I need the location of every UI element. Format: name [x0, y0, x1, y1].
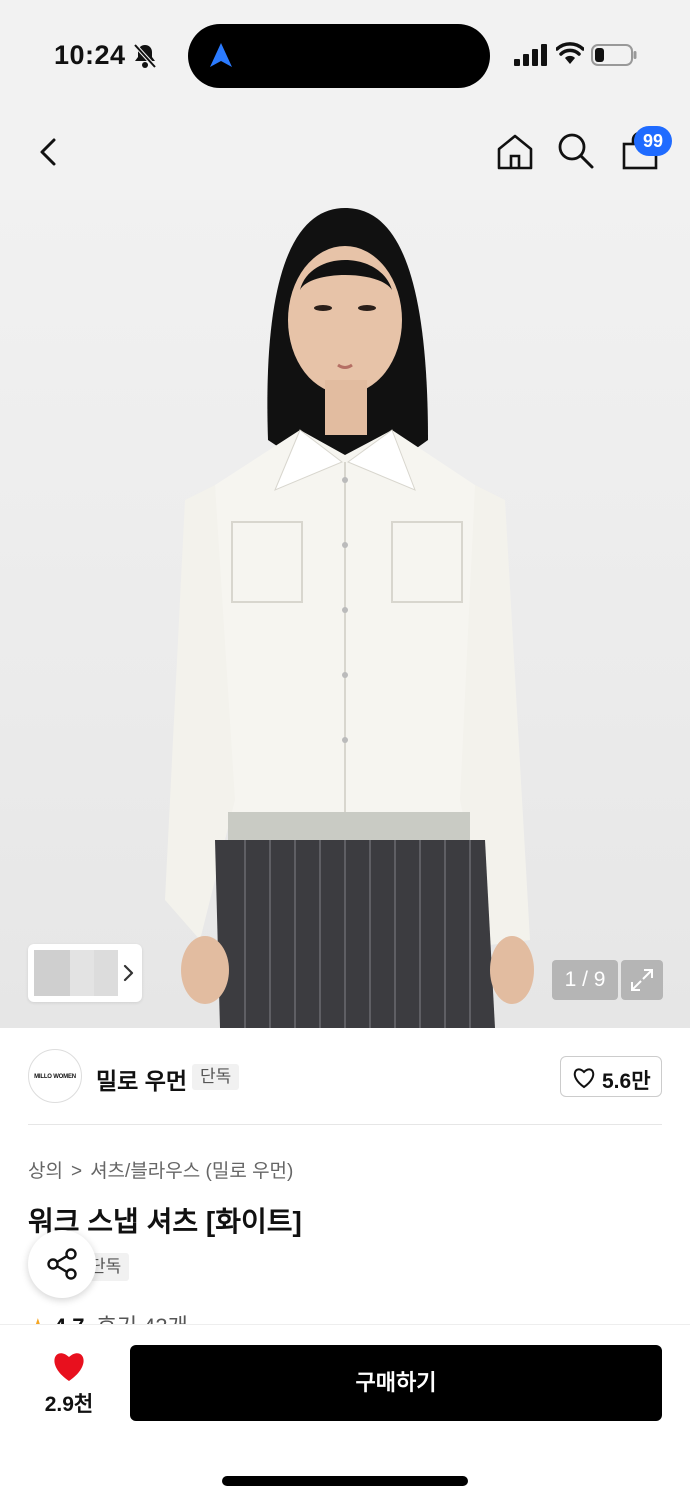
breadcrumb-subcategory[interactable]: 셔츠/블라우스 (밀로 우먼) — [90, 1161, 293, 1182]
top-navigation — [0, 110, 690, 200]
breadcrumb-category[interactable]: 상의 — [28, 1161, 63, 1182]
cellular-signal-icon — [514, 44, 547, 66]
exclusive-badge: 단독 — [192, 1064, 240, 1090]
search-icon[interactable] — [557, 132, 595, 170]
buy-button[interactable]: 구매하기 — [130, 1345, 662, 1421]
thumbnail-image[interactable] — [34, 950, 70, 996]
brand-like-count: 5.6만 — [602, 1070, 651, 1093]
dynamic-island — [188, 24, 490, 88]
chevron-right-icon[interactable] — [122, 964, 134, 982]
thumbnail-strip[interactable] — [28, 944, 142, 1002]
share-icon — [47, 1248, 77, 1280]
status-time: 10:24 — [54, 40, 126, 70]
wifi-icon — [556, 42, 584, 64]
breadcrumb-separator: > — [70, 1161, 83, 1182]
cart-count-badge: 99 — [634, 126, 672, 156]
expand-button[interactable] — [621, 960, 663, 1000]
wishlist-heart-icon[interactable] — [50, 1349, 88, 1383]
battery-icon — [591, 44, 637, 66]
brand-logo[interactable]: MILLO WOMEN — [28, 1049, 82, 1103]
navigation-arrow-icon — [210, 43, 232, 67]
status-bar: 10:24 — [0, 0, 690, 110]
breadcrumb: 상의 > 셔츠/블라우스 (밀로 우먼) — [28, 1156, 293, 1183]
wishlist-count: 2.9천 — [44, 1393, 94, 1416]
product-image-gallery[interactable]: 1 / 9 — [0, 200, 690, 1028]
back-arrow-icon[interactable] — [32, 132, 66, 172]
home-indicator[interactable] — [222, 1476, 468, 1486]
share-button[interactable] — [28, 1230, 96, 1298]
brand-like-button[interactable]: 5.6만 — [560, 1056, 662, 1097]
home-icon[interactable] — [495, 132, 535, 172]
thumbnail-image[interactable] — [70, 950, 94, 996]
product-photo — [165, 208, 534, 1028]
heart-outline-icon — [573, 1068, 595, 1089]
divider — [28, 1124, 662, 1125]
thumbnail-image[interactable] — [94, 950, 118, 996]
image-counter: 1 / 9 — [552, 960, 618, 1000]
brand-name[interactable]: 밀로 우먼 — [96, 1062, 187, 1096]
bell-muted-icon — [133, 43, 157, 69]
expand-icon — [631, 969, 653, 991]
